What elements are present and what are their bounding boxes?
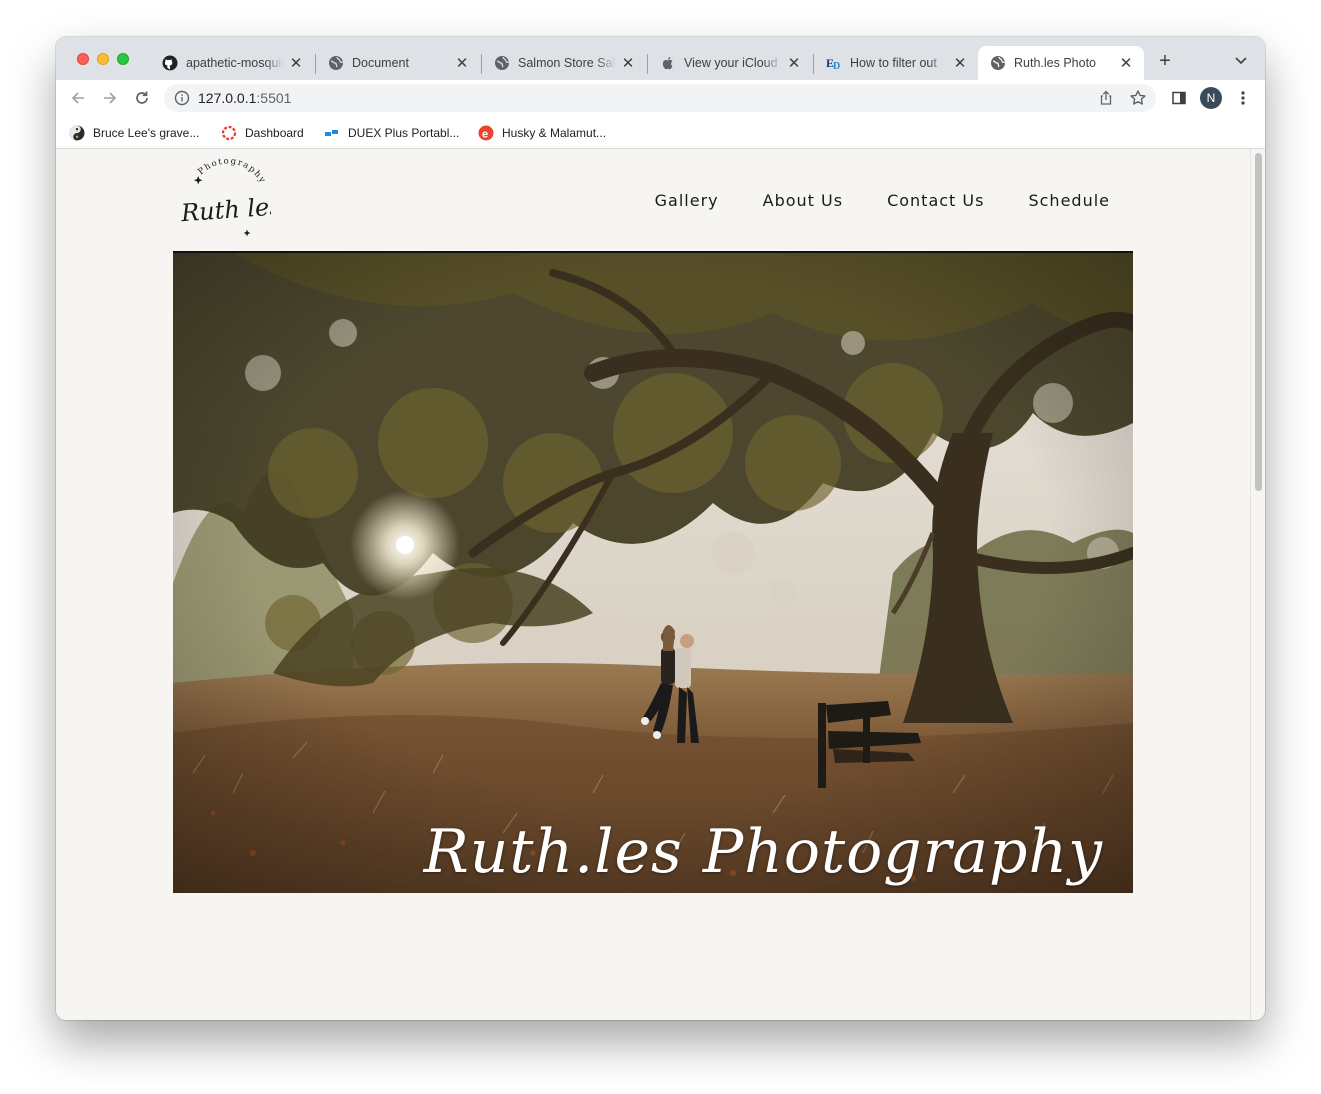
bookmarks-bar: Bruce Lee's grave... Dashboard DUEX Plus…: [56, 116, 1265, 149]
reload-icon[interactable]: [131, 87, 153, 109]
tab-icloud[interactable]: View your iCloud ✕: [648, 46, 812, 80]
tab-title: Ruth.les Photo: [1014, 56, 1096, 70]
svg-text:Photography: Photography: [196, 156, 267, 185]
globe-icon: [328, 55, 344, 71]
main-nav: Gallery About Us Contact Us Schedule: [655, 149, 1133, 251]
nav-gallery[interactable]: Gallery: [655, 191, 719, 210]
svg-text:e: e: [482, 129, 488, 141]
hero-photo-illustration: [173, 253, 1133, 893]
minimize-window-button[interactable]: [97, 53, 109, 65]
browser-toolbar: 127.0.0.1:5501 N: [56, 80, 1265, 116]
browser-window: apathetic-mosquito ✕ Document ✕ Salmon S…: [56, 37, 1265, 1020]
chevron-down-icon[interactable]: [1232, 52, 1250, 70]
bookmark-label: Husky & Malamut...: [502, 126, 607, 140]
nav-contact-us[interactable]: Contact Us: [887, 191, 984, 210]
yinyang-icon: [69, 125, 85, 141]
bookmark-duex[interactable]: DUEX Plus Portabl...: [324, 123, 459, 143]
tab-title: View your iCloud: [684, 56, 778, 70]
close-icon[interactable]: ✕: [952, 55, 968, 72]
duex-icon: [324, 125, 340, 141]
logo-arc-text: Photography: [196, 156, 266, 185]
back-arrow-icon[interactable]: [67, 87, 89, 109]
close-icon[interactable]: ✕: [1118, 55, 1134, 72]
tab-title: How to filter out: [850, 56, 937, 70]
tab-title: Document: [352, 56, 409, 70]
tab-salmon-store[interactable]: Salmon Store Sale ✕: [482, 46, 646, 80]
close-icon[interactable]: ✕: [786, 55, 802, 72]
tab-strip: apathetic-mosquito ✕ Document ✕ Salmon S…: [56, 37, 1265, 80]
tab-how-to-filter[interactable]: ED How to filter out ✕: [814, 46, 978, 80]
page-viewport: Photography Ruth les Gallery About Us Co…: [56, 149, 1265, 1020]
url-host: 127.0.0.1: [198, 90, 257, 106]
maximize-window-button[interactable]: [117, 53, 129, 65]
bookmark-star-icon[interactable]: [1129, 89, 1147, 107]
close-icon[interactable]: ✕: [288, 55, 304, 72]
profile-avatar[interactable]: N: [1200, 87, 1222, 109]
new-tab-button[interactable]: +: [1154, 50, 1176, 72]
bookmark-husky[interactable]: e Husky & Malamut...: [478, 123, 606, 143]
bookmark-bruce-lee[interactable]: Bruce Lee's grave...: [69, 123, 199, 143]
sparkle-icon: [243, 229, 251, 237]
bookmark-label: Dashboard: [245, 126, 304, 140]
tab-document[interactable]: Document ✕: [316, 46, 480, 80]
bookmark-label: DUEX Plus Portabl...: [348, 126, 460, 140]
url-text[interactable]: 127.0.0.1:5501: [198, 90, 291, 106]
e-logo-icon: e: [478, 125, 494, 141]
forward-arrow-icon[interactable]: [99, 87, 121, 109]
hero-photo: Ruth.les Photography: [173, 253, 1133, 893]
dashboard-ring-icon: [221, 125, 237, 141]
page-scrollbar[interactable]: [1250, 149, 1265, 1020]
scrollbar-thumb[interactable]: [1255, 153, 1262, 491]
more-menu-icon[interactable]: [1233, 88, 1253, 108]
sparkle-icon: [194, 176, 203, 185]
url-port: :5501: [256, 90, 292, 106]
globe-icon: [990, 55, 1006, 71]
close-window-button[interactable]: [77, 53, 89, 65]
close-icon[interactable]: ✕: [454, 55, 470, 72]
site-header: Photography Ruth les Gallery About Us Co…: [173, 149, 1133, 253]
bookmark-dashboard[interactable]: Dashboard: [221, 123, 304, 143]
tab-title: Salmon Store Sale: [518, 56, 616, 70]
tab-ruthles-photo[interactable]: Ruth.les Photo ✕: [978, 46, 1144, 80]
ed-icon: ED: [826, 55, 842, 71]
site-logo[interactable]: Photography Ruth les: [173, 149, 282, 251]
side-panel-icon[interactable]: [1169, 88, 1189, 108]
address-bar[interactable]: 127.0.0.1:5501: [164, 84, 1156, 112]
globe-icon: [494, 55, 510, 71]
bookmark-label: Bruce Lee's grave...: [93, 126, 200, 140]
logo-script: Ruth les: [179, 192, 271, 227]
info-icon[interactable]: [174, 90, 190, 106]
hero-caption: Ruth.les Photography: [423, 817, 1103, 887]
github-icon: [162, 55, 178, 71]
apple-icon: [660, 55, 676, 71]
tab-apathetic-mosquito[interactable]: apathetic-mosquito ✕: [150, 46, 314, 80]
svg-text:D: D: [833, 61, 840, 71]
close-icon[interactable]: ✕: [620, 55, 636, 72]
nav-about-us[interactable]: About Us: [763, 191, 843, 210]
share-icon[interactable]: [1098, 90, 1114, 106]
tab-title: apathetic-mosquito: [186, 56, 284, 70]
nav-schedule[interactable]: Schedule: [1028, 191, 1110, 210]
